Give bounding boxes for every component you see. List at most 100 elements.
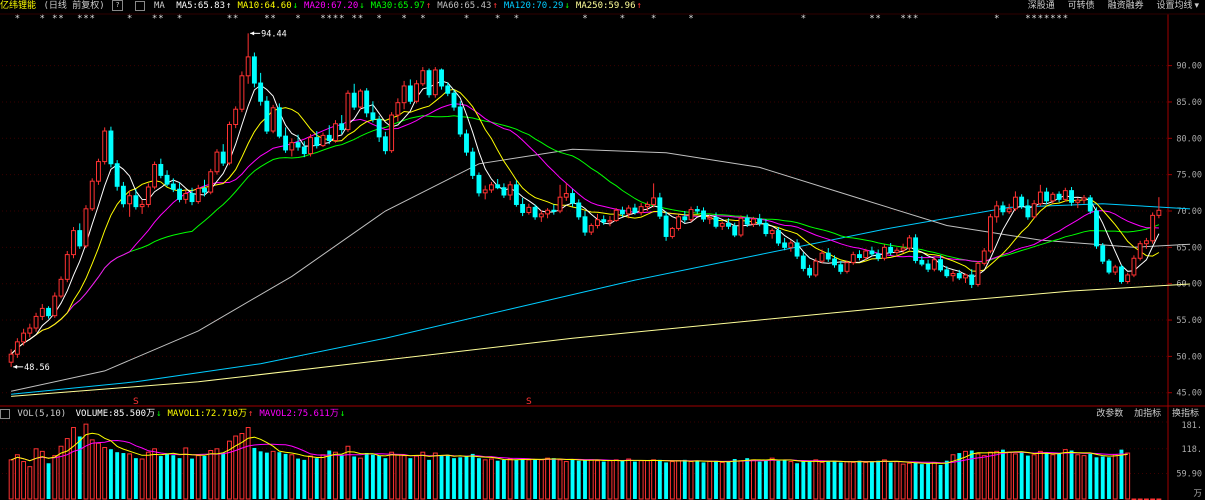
volume-bar-down[interactable]	[302, 459, 307, 499]
event-star-icon[interactable]: *	[495, 14, 500, 24]
volume-bar-up[interactable]	[963, 450, 968, 500]
volume-bar-down[interactable]	[570, 459, 575, 499]
candle-body-up[interactable]	[289, 142, 295, 151]
candle-body-down[interactable]	[800, 255, 806, 269]
volume-bar-down[interactable]	[108, 449, 113, 499]
candle-body-down[interactable]	[457, 106, 463, 135]
candle-body-down[interactable]	[476, 174, 482, 194]
candle-body-up[interactable]	[21, 332, 27, 343]
event-star-icon[interactable]: *	[1051, 14, 1056, 24]
menu-margin-trading[interactable]: 融资融券	[1108, 1, 1144, 11]
candle-body-up[interactable]	[950, 273, 956, 277]
candle-body-down[interactable]	[775, 230, 781, 244]
volume-bar-down[interactable]	[1025, 455, 1030, 499]
candle-body-down[interactable]	[370, 112, 376, 120]
volume-bar-down[interactable]	[377, 455, 382, 499]
candle-body-up[interactable]	[345, 92, 351, 131]
candle-body-down[interactable]	[376, 118, 382, 138]
volume-bar-up[interactable]	[988, 451, 993, 500]
volume-bar-up[interactable]	[638, 460, 644, 500]
volume-bar-up[interactable]	[333, 451, 338, 500]
volume-bar-down[interactable]	[732, 459, 737, 499]
candle-body-down[interactable]	[632, 207, 638, 213]
candle-body-down[interactable]	[158, 163, 164, 176]
candle-body-down[interactable]	[77, 230, 83, 247]
candle-body-down[interactable]	[1044, 191, 1050, 202]
volume-bar-up[interactable]	[669, 461, 675, 500]
candle-body-up[interactable]	[71, 230, 76, 256]
volume-bar-down[interactable]	[745, 458, 750, 499]
candle-body-up[interactable]	[613, 209, 619, 221]
volume-bar-down[interactable]	[439, 455, 444, 499]
candle-body-down[interactable]	[202, 187, 207, 193]
candle-body-up[interactable]	[233, 108, 239, 125]
candle-body-down[interactable]	[532, 206, 538, 218]
candle-body-up[interactable]	[881, 246, 887, 259]
volume-bar-down[interactable]	[583, 459, 587, 499]
event-star-icon[interactable]: *	[352, 14, 357, 24]
event-star-icon[interactable]: *	[402, 14, 407, 24]
candle-body-down[interactable]	[807, 267, 812, 276]
candle-body-down[interactable]	[1094, 210, 1099, 247]
volume-bar-down[interactable]	[171, 455, 176, 499]
candle-body-up[interactable]	[1131, 257, 1137, 276]
volume-bar-down[interactable]	[383, 458, 388, 499]
volume-bar-down[interactable]	[1069, 450, 1074, 499]
candle-body-down[interactable]	[757, 218, 763, 224]
candle-body-down[interactable]	[913, 237, 919, 261]
event-star-icon[interactable]: *	[152, 14, 157, 24]
volume-bar-down[interactable]	[115, 452, 120, 499]
candle-body-down[interactable]	[682, 216, 688, 221]
candle-body-down[interactable]	[220, 151, 226, 164]
candle-body-up[interactable]	[39, 307, 45, 317]
volume-bar-down[interactable]	[77, 436, 82, 499]
volume-bar-up[interactable]	[33, 448, 39, 500]
candle-body-up[interactable]	[813, 260, 819, 276]
candle-body-down[interactable]	[133, 195, 139, 208]
candle-body-up[interactable]	[1081, 197, 1087, 201]
volume-bar-up[interactable]	[8, 459, 14, 500]
volume-bar-up[interactable]	[651, 459, 657, 500]
candle-body-up[interactable]	[1143, 240, 1149, 245]
candle-body-down[interactable]	[501, 187, 507, 196]
volume-bar-down[interactable]	[408, 458, 413, 499]
candle-body-down[interactable]	[108, 130, 114, 165]
volume-bar-up[interactable]	[626, 458, 632, 500]
candle-body-down[interactable]	[726, 222, 731, 227]
volume-bar-up[interactable]	[420, 451, 426, 500]
candle-body-down[interactable]	[382, 136, 388, 152]
volume-bar-up[interactable]	[308, 455, 313, 500]
volume-bar-down[interactable]	[870, 461, 874, 499]
volume-bar-down[interactable]	[601, 461, 606, 499]
event-star-icon[interactable]: *	[651, 14, 656, 24]
event-star-icon[interactable]: *	[1026, 14, 1031, 24]
candle-body-up[interactable]	[1156, 209, 1162, 216]
event-star-icon[interactable]: *	[377, 14, 382, 24]
volume-bar-down[interactable]	[620, 460, 625, 499]
candle-body-down[interactable]	[164, 174, 170, 185]
candle-body-down[interactable]	[694, 209, 700, 212]
candle-body-up[interactable]	[994, 205, 1000, 218]
candle-body-up[interactable]	[538, 213, 544, 218]
candle-body-down[interactable]	[869, 250, 875, 255]
candle-body-up[interactable]	[1006, 208, 1012, 213]
candle-body-down[interactable]	[701, 210, 706, 220]
candle-body-up[interactable]	[1137, 243, 1143, 259]
candle-body-up[interactable]	[850, 254, 856, 264]
candle-body-up[interactable]	[52, 295, 58, 317]
candle-body-up[interactable]	[676, 216, 682, 229]
volume-bar-up[interactable]	[863, 461, 869, 500]
candle-body-up[interactable]	[719, 222, 725, 227]
candle-body-up[interactable]	[83, 208, 89, 247]
candle-body-up[interactable]	[557, 196, 563, 212]
candle-body-up[interactable]	[988, 216, 993, 252]
event-star-icon[interactable]: *	[1044, 14, 1049, 24]
volume-bar-up[interactable]	[395, 454, 401, 500]
candle-body-down[interactable]	[520, 203, 526, 213]
candle-body-up[interactable]	[308, 137, 313, 155]
candle-body-down[interactable]	[582, 216, 588, 233]
event-star-icon[interactable]: *	[913, 14, 918, 24]
volume-bar-up[interactable]	[289, 454, 295, 500]
volume-bar-up[interactable]	[270, 450, 276, 500]
volume-bar-up[interactable]	[844, 461, 850, 500]
